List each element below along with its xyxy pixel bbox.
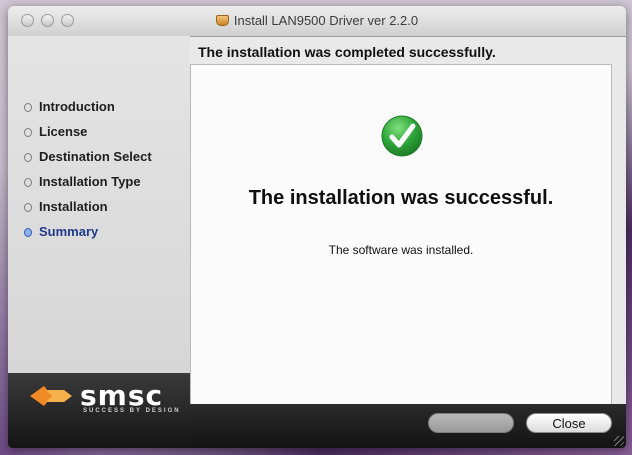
step-bullet-icon <box>24 153 32 162</box>
success-message: The software was installed. <box>328 243 474 257</box>
step-bullet-active-icon <box>24 228 32 237</box>
package-icon <box>215 15 229 26</box>
step-label: Summary <box>39 224 99 239</box>
title-bar[interactable]: Install LAN9500 Driver ver 2.2.0 <box>8 6 626 37</box>
step-bullet-icon <box>24 203 32 212</box>
smsc-logo-mark-icon <box>30 386 72 406</box>
status-headline: The installation was completed successfu… <box>198 44 496 60</box>
step-bullet-icon <box>24 128 32 137</box>
step-destination-select: Destination Select <box>24 144 152 169</box>
step-summary: Summary <box>24 219 152 244</box>
step-installation-type: Installation Type <box>24 169 152 194</box>
success-title: The installation was successful. <box>248 187 554 209</box>
logo-tagline: SUCCESS BY DESIGN <box>83 408 181 414</box>
step-bullet-icon <box>24 103 32 112</box>
step-license: License <box>24 119 152 144</box>
checkmark-circle-icon <box>381 115 423 157</box>
step-label: Introduction <box>39 99 115 114</box>
step-label: Installation Type <box>39 174 141 189</box>
steps-list: Introduction License Destination Select … <box>24 94 152 244</box>
smsc-logo: smsc SUCCESS BY DESIGN <box>30 379 190 421</box>
resize-grip[interactable] <box>614 436 624 446</box>
step-label: License <box>39 124 88 139</box>
step-introduction: Introduction <box>24 94 152 119</box>
step-label: Installation <box>39 199 108 214</box>
window-title-wrap: Install LAN9500 Driver ver 2.2.0 <box>8 13 626 28</box>
go-back-button[interactable] <box>428 413 514 433</box>
window-title: Install LAN9500 Driver ver 2.2.0 <box>233 13 419 28</box>
steps-sidebar: Introduction License Destination Select … <box>8 36 190 404</box>
installer-window: Install LAN9500 Driver ver 2.2.0 The ins… <box>8 6 626 448</box>
step-bullet-icon <box>24 178 32 187</box>
close-button[interactable]: Close <box>526 413 612 433</box>
step-label: Destination Select <box>39 149 152 164</box>
step-installation: Installation <box>24 194 152 219</box>
summary-panel: The installation was successful. The sof… <box>190 64 612 407</box>
